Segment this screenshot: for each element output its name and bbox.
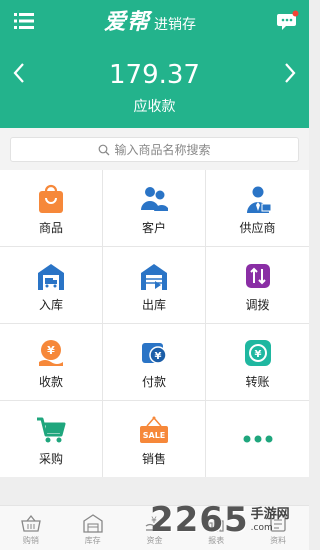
- tab-inventory[interactable]: 库存: [62, 506, 124, 550]
- search-icon: [99, 144, 110, 155]
- svg-text:¥: ¥: [47, 344, 55, 357]
- shopping-bag-icon: [39, 184, 63, 213]
- search-bar: 输入商品名称搜索: [0, 128, 309, 170]
- sale-sign-icon: SALE: [140, 416, 168, 443]
- grid-item-label: 销售: [141, 452, 166, 466]
- menu-icon[interactable]: [14, 12, 34, 30]
- watermark-number: 2265: [150, 500, 249, 540]
- grid-item-label: 供应商: [239, 221, 276, 235]
- receivable-label: 应收款: [133, 99, 176, 115]
- grid-item-bank-transfer[interactable]: ¥ 转账: [206, 324, 309, 401]
- search-input[interactable]: 输入商品名称搜索: [10, 137, 299, 162]
- header: 爱帮 进销存 179.37 应收款: [0, 0, 309, 128]
- cart-icon: [37, 417, 66, 443]
- grid-item-sales[interactable]: SALE 销售: [103, 401, 206, 477]
- receive-payment-icon: ¥: [39, 340, 63, 366]
- customers-icon: [141, 187, 168, 211]
- basket-icon: [21, 514, 41, 532]
- grid-item-label: 商品: [38, 221, 63, 235]
- tab-label: 库存: [84, 536, 101, 545]
- more-icon: [243, 435, 272, 443]
- receivable-amount[interactable]: 179.37: [0, 58, 309, 92]
- transfer-icon: [245, 264, 270, 288]
- grid-item-supplier[interactable]: 供应商: [206, 170, 309, 247]
- app-logo: 爱帮 进销存: [104, 8, 196, 36]
- grid-item-label: 收款: [38, 375, 63, 389]
- grid-item-inbound[interactable]: 入库: [0, 247, 103, 324]
- watermark-suffix: .com: [250, 522, 273, 533]
- outbound-icon: [141, 264, 167, 290]
- tab-trade[interactable]: 购销: [0, 506, 62, 550]
- grid-item-purchase[interactable]: 采购: [0, 401, 103, 477]
- inbound-icon: [38, 264, 64, 290]
- grid-item-label: 客户: [141, 221, 166, 235]
- grid-item-label: 出库: [141, 298, 166, 312]
- bank-transfer-icon: ¥: [244, 340, 271, 366]
- grid-item-outbound[interactable]: 出库: [103, 247, 206, 324]
- warehouse-icon: [83, 514, 103, 533]
- grid-item-label: 转账: [245, 375, 270, 389]
- sale-sign-text: SALE: [143, 431, 166, 440]
- svg-text:¥: ¥: [155, 351, 162, 362]
- logo-sub-text: 进销存: [154, 17, 197, 33]
- grid-item-transfer[interactable]: 调拨: [206, 247, 309, 324]
- function-grid: 商品 客户 供应商 入库 出库 调拨 ¥ 收款 ¥ 付款 ¥ 转账 采购 SAL…: [0, 170, 309, 477]
- watermark-side: 手游网 .com: [251, 507, 290, 534]
- tab-label: 购销: [22, 536, 39, 545]
- watermark-site: 手游网: [250, 506, 290, 522]
- grid-item-more[interactable]: [206, 401, 309, 477]
- watermark: 2265 手游网 .com: [150, 490, 309, 550]
- grid-item-label: 付款: [141, 375, 166, 389]
- grid-item-goods[interactable]: 商品: [0, 170, 103, 247]
- grid-item-payment[interactable]: ¥ 付款: [103, 324, 206, 401]
- logo-main-text: 爱帮: [104, 10, 151, 35]
- grid-item-customers[interactable]: 客户: [103, 170, 206, 247]
- grid-item-label: 采购: [38, 452, 63, 466]
- supplier-icon: [246, 186, 271, 213]
- message-icon[interactable]: [277, 10, 299, 32]
- grid-item-receive-payment[interactable]: ¥ 收款: [0, 324, 103, 401]
- grid-item-label: 入库: [38, 298, 63, 312]
- svg-text:¥: ¥: [254, 349, 261, 360]
- search-placeholder: 输入商品名称搜索: [114, 143, 211, 157]
- grid-item-label: 调拨: [245, 298, 270, 312]
- payment-icon: ¥: [142, 343, 167, 364]
